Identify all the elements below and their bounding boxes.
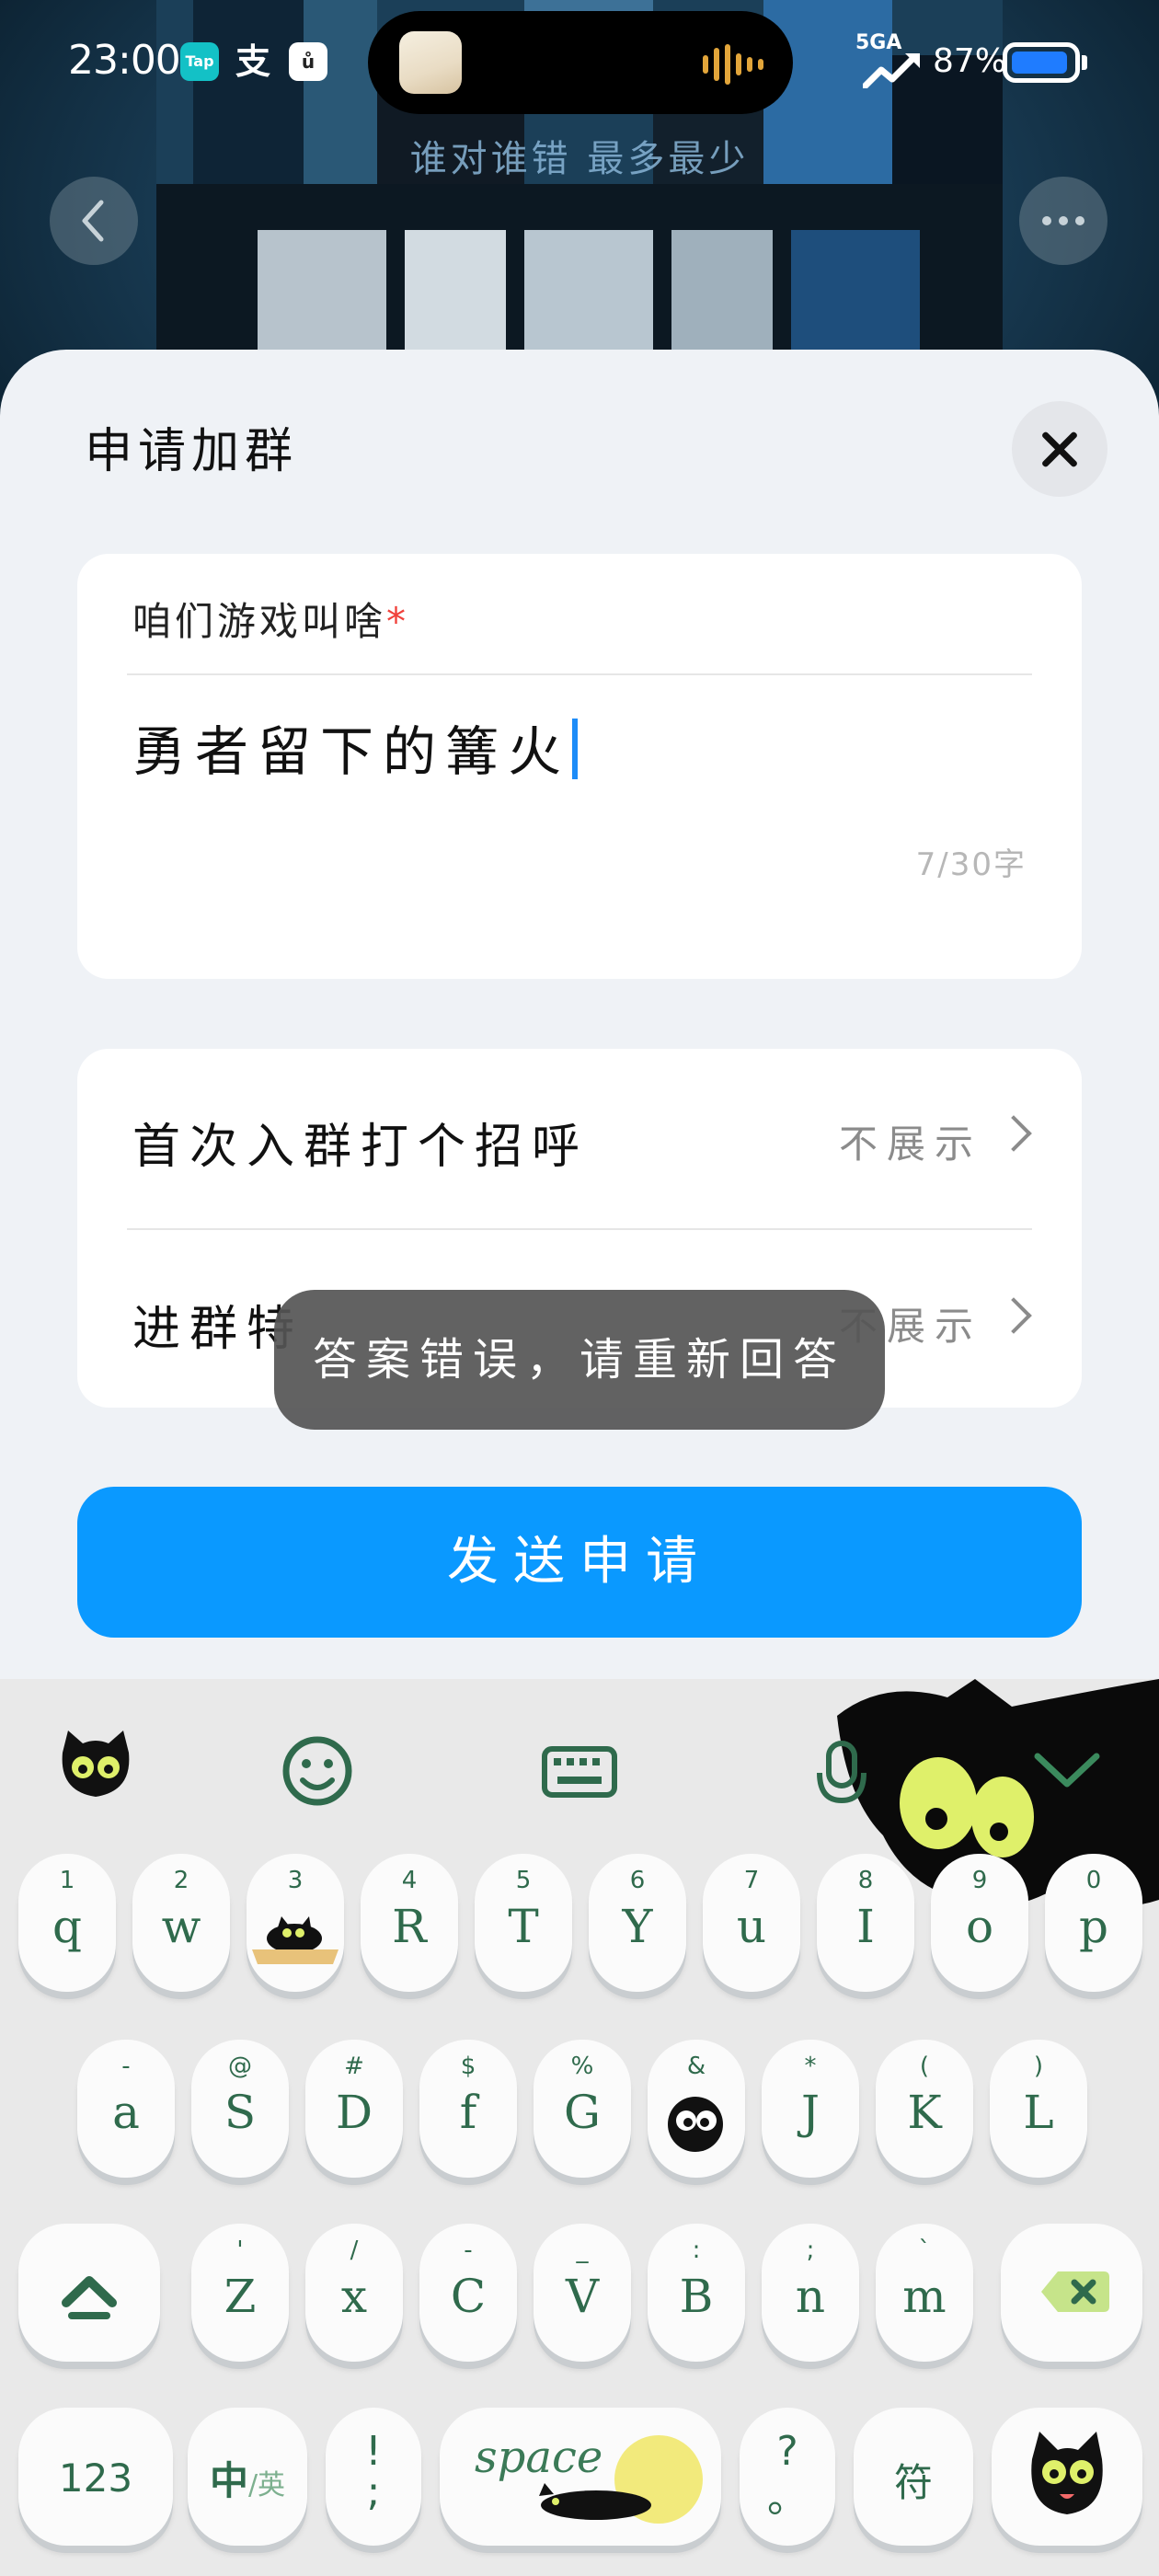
microphone-icon (817, 1741, 866, 1804)
key-w[interactable]: 2w (132, 1854, 230, 1992)
key-a[interactable]: -a (77, 2040, 175, 2178)
more-dots-icon (1042, 216, 1084, 225)
status-time: 23:00 (68, 37, 181, 84)
option-value: 不展示 (838, 1121, 982, 1167)
cat-skin-button[interactable] (40, 1707, 151, 1835)
back-button[interactable] (50, 177, 138, 265)
punctuation-key[interactable]: ! ; (326, 2408, 421, 2546)
enter-key[interactable] (992, 2408, 1142, 2546)
close-button[interactable] (1012, 401, 1107, 497)
key-m[interactable]: ` m (876, 2224, 973, 2362)
key-u[interactable]: 7u (703, 1854, 800, 1992)
hide-keyboard-button[interactable] (1012, 1707, 1122, 1835)
chevron-left-icon (82, 200, 104, 242)
key-t[interactable]: 5T (475, 1854, 572, 1992)
keyboard: 1q 2w 3 e 4R 5T 6Y 7u 8I 9o 0p -a @S #D … (0, 1679, 1159, 2576)
key-v[interactable]: _ V (534, 2224, 631, 2362)
smiley-icon (282, 1736, 352, 1806)
key-s[interactable]: @ S (191, 2040, 289, 2178)
key-h[interactable]: & h (648, 2040, 745, 2178)
question-label: 咱们游戏叫啥* (132, 591, 409, 647)
voice-input-button[interactable] (786, 1707, 897, 1835)
key-c[interactable]: -C (419, 2224, 517, 2362)
audio-wave-icon (703, 44, 763, 85)
join-group-sheet: 申请加群 咱们游戏叫啥* 勇者留下的篝火 7/30字 首次入群打个招呼 不展示 … (0, 350, 1159, 1679)
key-l[interactable]: ) L (990, 2040, 1087, 2178)
backspace-key[interactable] (1001, 2224, 1142, 2362)
answer-input[interactable]: 勇者留下的篝火 (132, 708, 579, 786)
battery-tip (1082, 55, 1087, 70)
lang-main-label: 中 (209, 2458, 248, 2503)
backspace-icon (1041, 2271, 1109, 2312)
error-toast: 答案错误，请重新回答 (274, 1290, 885, 1430)
question-card: 咱们游戏叫啥* 勇者留下的篝火 7/30字 (77, 554, 1082, 979)
more-button[interactable] (1019, 177, 1107, 265)
sheet-title: 申请加群 (85, 424, 299, 479)
media-thumbnail (399, 31, 462, 94)
soot-sprite-icon (668, 2097, 723, 2152)
key-p[interactable]: 0p (1045, 1854, 1142, 1992)
key-k[interactable]: (K (876, 2040, 973, 2178)
key-f[interactable]: $ f (419, 2040, 517, 2178)
chevron-right-icon (995, 1115, 1032, 1152)
emoji-button[interactable] (262, 1707, 373, 1835)
shift-arrow-icon (62, 2276, 117, 2319)
status-bar: 23:00 Tap 支 ů 5GA 87% (0, 0, 1159, 129)
language-switch-key[interactable]: 中/英 (188, 2408, 307, 2546)
option-row-greeting[interactable]: 首次入群打个招呼 不展示 (77, 1049, 1082, 1230)
space-key[interactable]: space (440, 2408, 721, 2546)
battery-percentage: 87% (933, 42, 1007, 80)
key-j[interactable]: * J (762, 2040, 859, 2178)
key-r[interactable]: 4R (361, 1854, 458, 1992)
text-cursor (572, 719, 579, 779)
key-y[interactable]: 6Y (589, 1854, 686, 1992)
option-divider (127, 1228, 1032, 1230)
battery-icon (1003, 42, 1080, 83)
symbol-key[interactable]: 符 (854, 2408, 973, 2546)
option-label: 首次入群打个招呼 (132, 1120, 590, 1175)
answer-text: 勇者留下的篝火 (132, 720, 571, 783)
send-request-button[interactable]: 发送申请 (77, 1487, 1082, 1638)
key-x[interactable]: / x (305, 2224, 403, 2362)
dynamic-island[interactable] (368, 11, 793, 114)
keyboard-switch-button[interactable] (524, 1707, 635, 1835)
key-g[interactable]: % G (534, 2040, 631, 2178)
key-i[interactable]: 8I (817, 1854, 914, 1992)
shift-key[interactable] (18, 2224, 160, 2362)
cat-face-icon (1031, 2432, 1103, 2514)
chevron-down-icon (1034, 1753, 1100, 1788)
app-icon: ů (289, 42, 327, 81)
key-q[interactable]: 1q (18, 1854, 116, 1992)
question-divider (127, 673, 1032, 675)
key-z[interactable]: ' Z (191, 2224, 289, 2362)
signal-icon (863, 53, 920, 88)
key-o[interactable]: 9o (931, 1854, 1028, 1992)
taptap-icon: Tap (180, 42, 219, 81)
sleeping-cat-icon (539, 2435, 703, 2524)
key-e[interactable]: 3 e (247, 1854, 344, 1992)
background-caption: 谁对谁错 最多最少 (409, 138, 750, 180)
key-b[interactable]: :B (648, 2224, 745, 2362)
chevron-right-icon (995, 1297, 1032, 1334)
key-n[interactable]: ; n (762, 2224, 859, 2362)
question-text: 咱们游戏叫啥 (132, 599, 387, 644)
required-mark: * (386, 599, 410, 644)
cat-in-box-icon (252, 1916, 339, 1964)
key-d[interactable]: # D (305, 2040, 403, 2178)
keyboard-icon (542, 1746, 617, 1798)
lang-sub-label: /英 (247, 2469, 286, 2501)
question-key[interactable]: ? 。 (740, 2408, 835, 2546)
alipay-icon: 支 (235, 41, 270, 82)
number-key[interactable]: 123 (18, 2408, 173, 2546)
char-counter: 7/30字 (915, 846, 1027, 883)
cat-face-icon (62, 1731, 130, 1797)
